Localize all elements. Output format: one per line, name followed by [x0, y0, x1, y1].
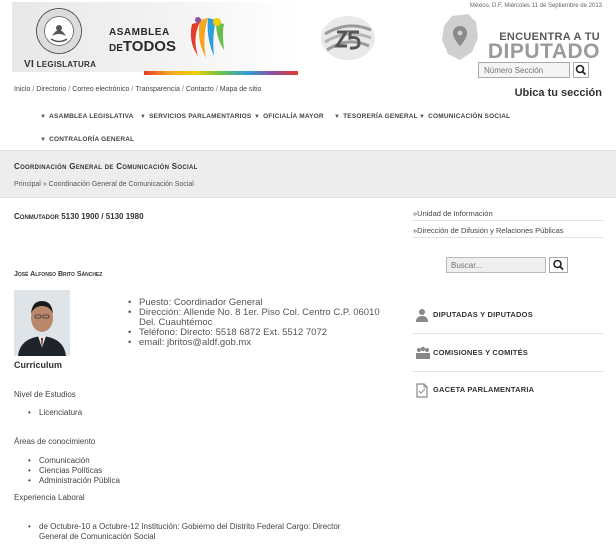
link-mapa-sitio[interactable]: Mapa de sitio: [220, 86, 262, 93]
anniversary-25-logo: [319, 14, 377, 64]
diputado-label: DIPUTADO: [487, 40, 600, 63]
search-icon: [575, 64, 587, 76]
curriculum-heading: Curriculum: [14, 360, 63, 370]
chevron-down-icon: ▼: [40, 137, 47, 143]
person-details: Puesto: Coordinador General Dirección: A…: [128, 298, 380, 349]
sidebar-diputadas-diputados[interactable]: DIPUTADAS Y DIPUTADOS: [413, 304, 603, 334]
nav-oficialia-mayor[interactable]: ▼ OFICIALÍA MAYOR: [254, 113, 324, 120]
nav-contraloria-general[interactable]: ▼ CONTRALORÍA GENERAL: [40, 136, 134, 143]
sidebar-search-button[interactable]: [549, 257, 568, 273]
header-banner: VI LEGISLATURA ASAMBLEA DETODOS: [12, 2, 298, 75]
person-name: José Alfonso Brito Sánchez: [14, 271, 103, 278]
seccion-search-input[interactable]: [478, 62, 570, 78]
list-item-continued: General de Comunicación Social: [39, 532, 156, 541]
detail-email[interactable]: email: jbritos@aldf.gob.mx: [128, 338, 380, 349]
chevron-down-icon: ▼: [40, 114, 47, 120]
sidebar-link-direccion-difusion[interactable]: »Dirección de Difusión y Relaciones Públ…: [413, 226, 603, 238]
breadcrumb-home[interactable]: Principal: [14, 181, 41, 188]
areas-conocimiento-label: Áreas de conocimiento: [14, 437, 96, 446]
link-transparencia[interactable]: Transparencia: [135, 86, 180, 93]
current-date: México, D.F. Miércoles 11 de Septiembre …: [469, 3, 602, 9]
page-title: Coordinación General de Comunicación Soc…: [14, 162, 198, 171]
asamblea-de-todos-logo[interactable]: ASAMBLEA DETODOS: [109, 28, 176, 55]
nav-tesoreria-general[interactable]: ▼ TESORERÍA GENERAL: [334, 113, 418, 120]
map-pin-icon: [440, 12, 480, 64]
chevron-down-icon: ▼: [140, 114, 147, 120]
ubica-seccion-link[interactable]: Ubica tu sección: [515, 87, 602, 99]
chevron-down-icon: ▼: [334, 114, 341, 120]
list-item: Licenciatura: [28, 408, 82, 418]
chevron-down-icon: ▼: [254, 114, 261, 120]
nivel-estudios-list: Licenciatura: [28, 408, 82, 418]
link-directorio[interactable]: Directorio: [36, 86, 66, 93]
list-item: Administración Pública: [28, 476, 120, 486]
breadcrumb: Principal » Coordinación General de Comu…: [14, 181, 194, 188]
areas-conocimiento-list: Comunicación Ciencias Políticas Administ…: [28, 456, 120, 486]
page-title-band: [0, 150, 616, 198]
search-icon: [553, 259, 564, 271]
seccion-search-button[interactable]: [573, 62, 589, 78]
person-photo: [14, 290, 70, 356]
legislatura-label: VI LEGISLATURA: [24, 59, 97, 70]
color-strip: [144, 71, 298, 75]
link-inicio[interactable]: Inicio: [14, 86, 30, 93]
list-item: Comunicación: [28, 456, 120, 466]
nivel-estudios-label: Nivel de Estudios: [14, 390, 76, 399]
group-icon: [416, 346, 430, 359]
list-item: de Octubre-10 a Octubre-12 Institución: …: [28, 522, 340, 532]
sidebar-search-input[interactable]: [446, 257, 546, 273]
list-item: Ciencias Políticas: [28, 466, 120, 476]
todos-color-mark-icon: [186, 14, 230, 66]
chevron-down-icon: ▼: [419, 114, 426, 120]
link-correo[interactable]: Correo electrónico: [72, 86, 129, 93]
sidebar-link-unidad-informacion[interactable]: »Unidad de Información: [413, 209, 603, 221]
coat-of-arms-seal[interactable]: [36, 8, 82, 54]
utility-links: Inicio / Directorio / Correo electrónico / Tra…: [14, 86, 262, 93]
sidebar-comisiones-comites[interactable]: COMISIONES Y COMITÉS: [413, 342, 603, 372]
conmutador-phone: Conmutador 5130 1900 / 5130 1980: [14, 212, 144, 221]
sidebar-gaceta-parlamentaria[interactable]: GACETA PARLAMENTARIA: [413, 379, 603, 401]
nav-asamblea-legislativa[interactable]: ▼ ASAMBLEA LEGISLATIVA: [40, 113, 134, 120]
nav-comunicacion-social[interactable]: ▼ COMUNICACIÓN SOCIAL: [419, 113, 510, 120]
person-icon: [416, 309, 428, 322]
experiencia-laboral-label: Experiencia Laboral: [14, 493, 85, 502]
link-contacto[interactable]: Contacto: [186, 86, 214, 93]
breadcrumb-current: Coordinación General de Comunicación Soc…: [48, 181, 194, 188]
document-icon: [416, 383, 428, 398]
nav-servicios-parlamentarios[interactable]: ▼ SERVICIOS PARLAMENTARIOS: [140, 113, 251, 120]
experiencia-laboral-list: de Octubre-10 a Octubre-12 Institución: …: [28, 522, 340, 542]
